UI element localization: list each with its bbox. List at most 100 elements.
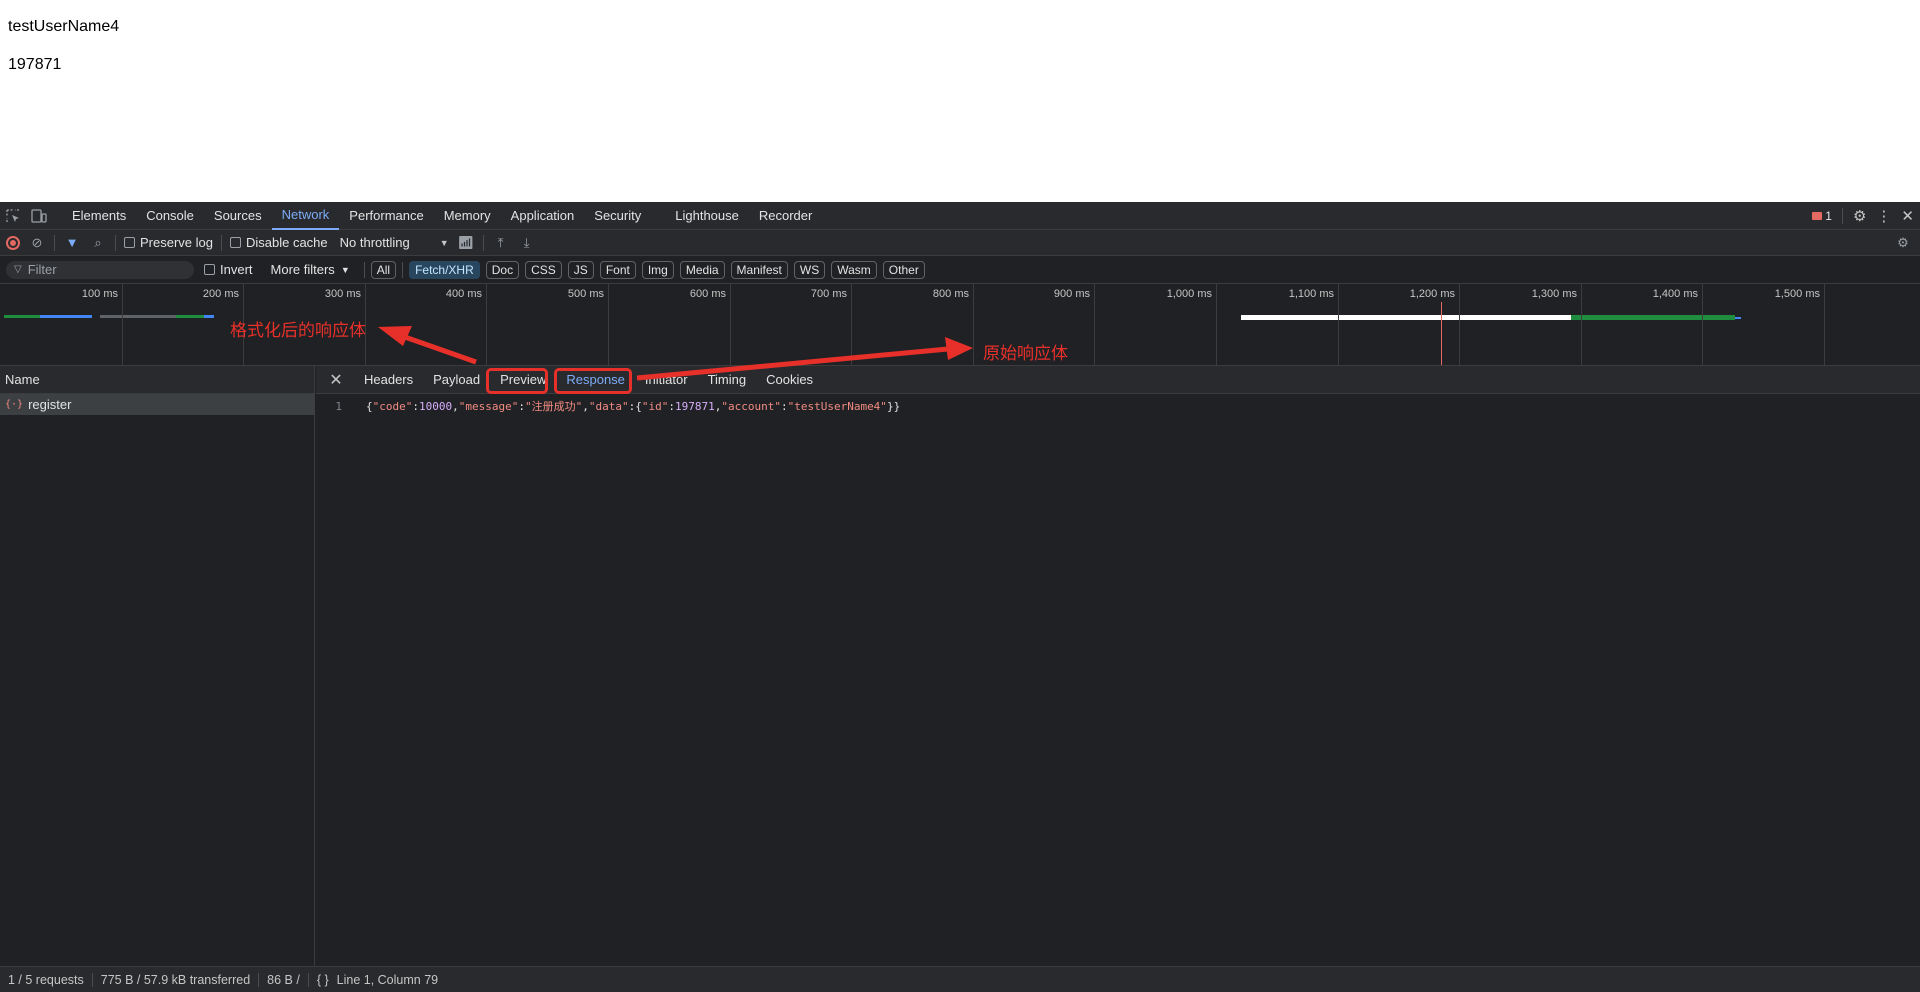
disable-cache-checkbox[interactable]: Disable cache: [229, 235, 328, 250]
preserve-log-checkbox[interactable]: Preserve log: [124, 235, 213, 250]
import-har-icon[interactable]: ⤒: [492, 235, 510, 251]
network-statusbar: 1 / 5 requests 775 B / 57.9 kB transferr…: [0, 966, 1920, 992]
tab-payload[interactable]: Payload: [423, 366, 490, 394]
disable-cache-label: Disable cache: [245, 235, 328, 250]
network-toolbar: ⊘ ▼ ⌕ Preserve log Disable cache No thro…: [0, 230, 1920, 256]
filter-chip-img[interactable]: Img: [641, 260, 674, 279]
divider: [54, 234, 55, 251]
network-filterbar: ▽ Filter Invert More filters ▼ All Fetch…: [0, 256, 1920, 284]
filter-chip-ws[interactable]: WS: [793, 260, 826, 279]
filter-chip-doc[interactable]: Doc: [485, 260, 520, 279]
timeline-gridline: [730, 284, 731, 365]
close-detail-icon[interactable]: ✕: [324, 370, 348, 390]
filter-chip-js[interactable]: JS: [567, 260, 594, 279]
record-button[interactable]: [6, 235, 20, 250]
tab-headers[interactable]: Headers: [354, 366, 423, 394]
filter-chip-fetch-xhr[interactable]: Fetch/XHR: [409, 260, 480, 279]
network-settings-icon[interactable]: ⚙: [1894, 235, 1912, 251]
xhr-icon: {·}: [5, 399, 24, 410]
filter-chip-other[interactable]: Other: [882, 260, 925, 279]
page-content: testUserName4 197871: [0, 0, 1920, 202]
name-column-header[interactable]: Name: [0, 366, 314, 394]
timeline-gridline: [122, 284, 123, 365]
tab-lighthouse[interactable]: Lighthouse: [665, 202, 749, 230]
filter-icon[interactable]: ▼: [63, 235, 81, 250]
tab-network[interactable]: Network: [271, 202, 340, 230]
tab-console[interactable]: Console: [136, 202, 204, 230]
tab-timing[interactable]: Timing: [698, 366, 757, 394]
device-toolbar-icon[interactable]: [26, 202, 52, 230]
filter-input[interactable]: ▽ Filter: [6, 260, 194, 279]
inspect-element-icon[interactable]: [0, 202, 26, 230]
timeline-tick-label: 1,200 ms: [1409, 288, 1455, 300]
tab-elements[interactable]: Elements: [62, 202, 136, 230]
tab-sources[interactable]: Sources: [204, 202, 272, 230]
filter-funnel-icon: ▽: [14, 264, 22, 275]
timeline-gridline: [851, 284, 852, 365]
checkbox-box[interactable]: [124, 237, 135, 248]
network-conditions-icon[interactable]: 📶︎: [457, 235, 475, 251]
preserve-log-label: Preserve log: [140, 235, 213, 250]
timeline-tick-label: 200 ms: [202, 288, 239, 300]
waterfall-bar: [204, 315, 214, 318]
tab-recorder[interactable]: Recorder: [749, 202, 822, 230]
divider: [115, 234, 116, 251]
settings-gear-icon[interactable]: ⚙: [1853, 207, 1866, 225]
timeline-tick-label: 400 ms: [445, 288, 482, 300]
timeline-gridline: [486, 284, 487, 365]
timeline-gridline: [608, 284, 609, 365]
search-icon[interactable]: ⌕: [89, 235, 107, 251]
requests-count: 1 / 5 requests: [0, 972, 93, 987]
request-name: register: [28, 397, 72, 412]
error-badge[interactable]: 1: [1812, 209, 1832, 223]
divider: [220, 234, 222, 251]
tab-application[interactable]: Application: [501, 202, 585, 230]
close-devtools-icon[interactable]: ✕: [1901, 207, 1914, 225]
timeline-tick-label: 700 ms: [810, 288, 847, 300]
filter-placeholder: Filter: [27, 262, 57, 277]
checkbox-box[interactable]: [229, 237, 241, 248]
error-count: 1: [1825, 209, 1832, 223]
divider: [402, 261, 404, 278]
pretty-print-icon[interactable]: { }: [309, 973, 337, 987]
invert-checkbox[interactable]: Invert: [204, 262, 253, 277]
tab-cookies[interactable]: Cookies: [756, 366, 823, 394]
timeline-tick-label: 100 ms: [81, 288, 118, 300]
response-body[interactable]: {"code":10000,"message":"注册成功","data":{"…: [352, 398, 900, 414]
response-code-line[interactable]: 1 {"code":10000,"message":"注册成功","data":…: [316, 396, 1920, 416]
filter-chip-media[interactable]: Media: [679, 260, 725, 279]
table-row[interactable]: {·} register: [0, 394, 314, 415]
tab-memory[interactable]: Memory: [434, 202, 501, 230]
more-filters-dropdown[interactable]: More filters ▼: [271, 262, 350, 277]
checkbox-box[interactable]: [204, 264, 215, 275]
filter-chip-all[interactable]: All: [370, 260, 397, 279]
more-options-icon[interactable]: ⋮: [1876, 207, 1891, 225]
timeline-gridline: [1459, 284, 1460, 365]
throttling-value: No throttling: [339, 235, 410, 250]
filter-chip-manifest[interactable]: Manifest: [730, 260, 788, 279]
error-flag-icon: [1812, 212, 1823, 220]
chevron-down-icon: ▼: [340, 264, 350, 275]
export-har-icon[interactable]: ⤓: [518, 235, 536, 251]
divider: [1841, 208, 1843, 224]
username-text: testUserName4: [8, 18, 120, 35]
chevron-down-icon: ▼: [439, 237, 449, 248]
devtools-main-tabbar: Elements Console Sources Network Perform…: [0, 202, 1920, 230]
timeline-tick-label: 800 ms: [932, 288, 969, 300]
waterfall-bar: [40, 315, 92, 318]
clear-icon[interactable]: ⊘: [28, 235, 46, 251]
filter-chip-css[interactable]: CSS: [525, 260, 562, 279]
preview-annotation-text: 格式化后的响应体: [230, 321, 366, 341]
waterfall-bar: [100, 315, 140, 318]
filter-chip-wasm[interactable]: Wasm: [831, 260, 877, 279]
tab-initiator[interactable]: Initiator: [635, 366, 698, 394]
tab-performance[interactable]: Performance: [339, 202, 433, 230]
filter-chip-font[interactable]: Font: [599, 260, 636, 279]
tab-security[interactable]: Security: [584, 202, 651, 230]
timeline-tick-label: 300 ms: [324, 288, 361, 300]
waterfall-bar: [176, 315, 204, 318]
timeline-tick-label: 1,000 ms: [1166, 288, 1212, 300]
throttling-select[interactable]: No throttling ▼: [340, 235, 449, 250]
response-annotation-text: 原始响应体: [983, 344, 1068, 364]
divider: [482, 234, 484, 251]
